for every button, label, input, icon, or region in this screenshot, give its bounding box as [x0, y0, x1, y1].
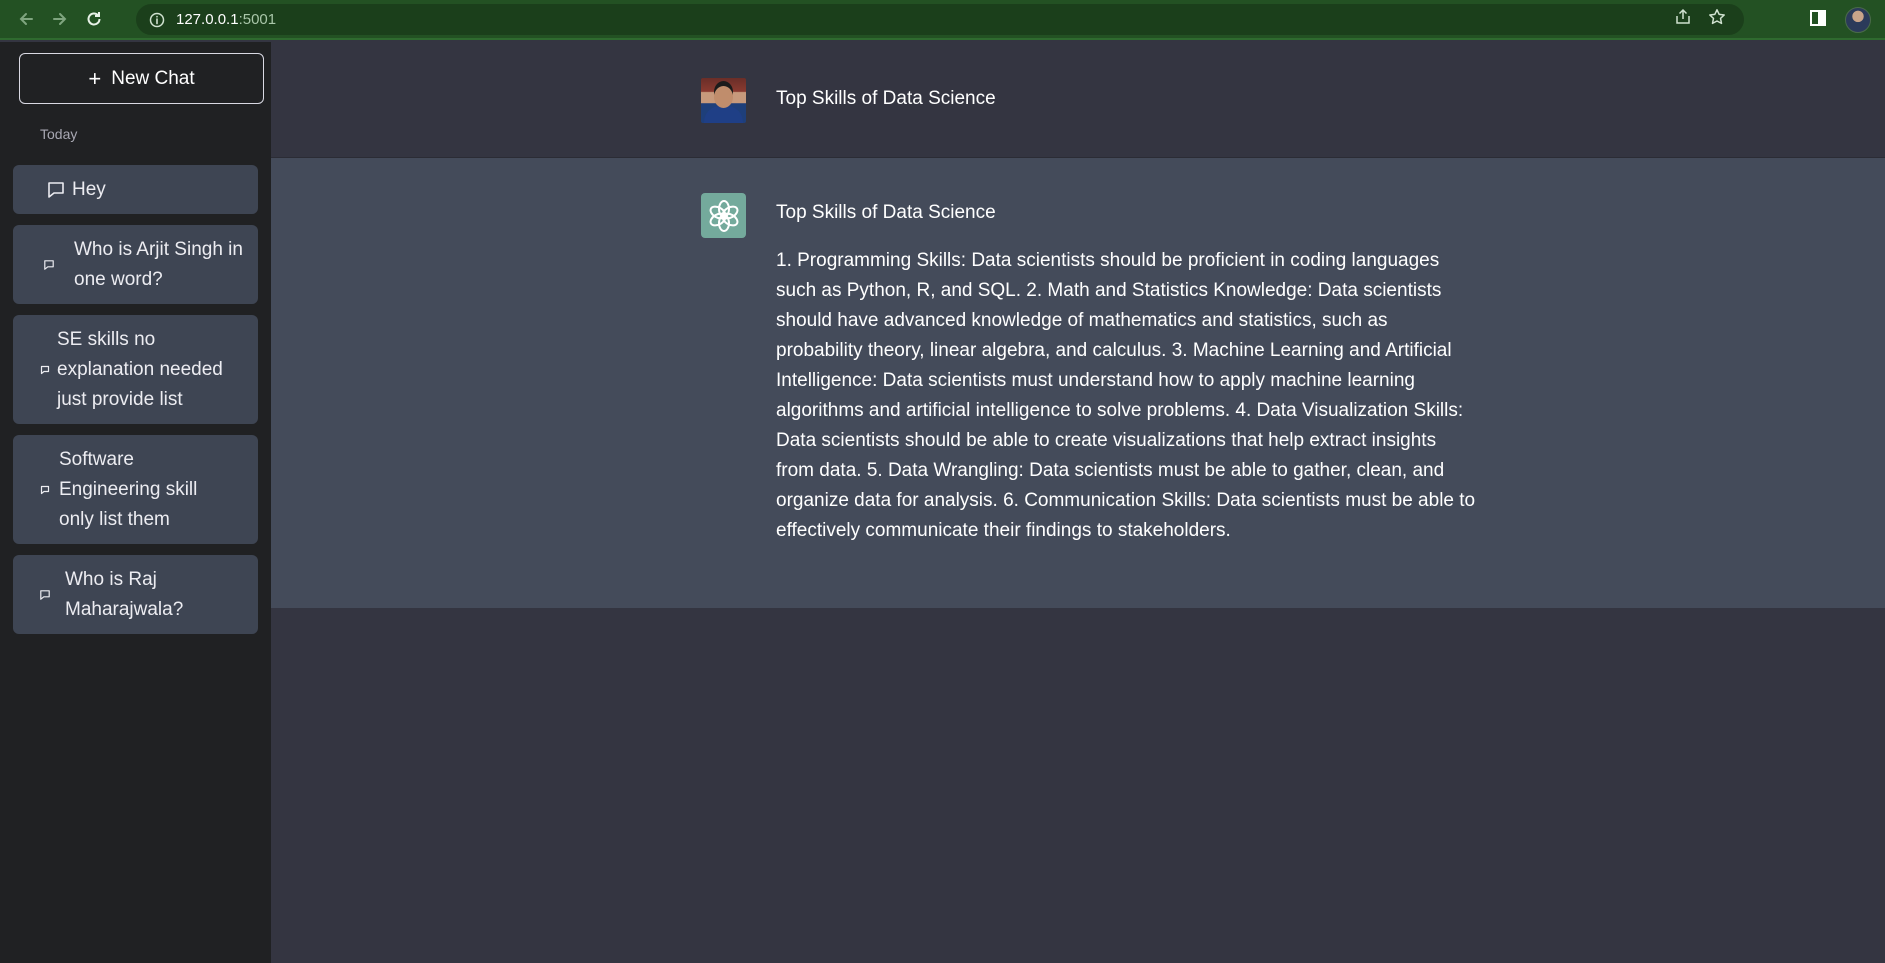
user-avatar-shoulders: [704, 106, 743, 123]
assistant-message-title: Top Skills of Data Science: [776, 202, 996, 223]
url-text: 127.0.0.1:5001: [176, 11, 276, 28]
chat-bubble-icon: [40, 180, 72, 200]
assistant-message-row: Top Skills of Data Science 1. Programmin…: [271, 158, 1885, 608]
conversation-label: Who is Arjit Singh in one word?: [74, 238, 243, 290]
chat-bubble-icon: [37, 589, 53, 601]
user-avatar: [701, 78, 746, 123]
conversation-label: SE skills no explanation needed just pro…: [57, 328, 223, 410]
chat-bubble-icon: [38, 259, 60, 271]
address-bar[interactable]: 127.0.0.1:5001: [136, 4, 1744, 35]
browser-toolbar: 127.0.0.1:5001: [0, 0, 1885, 40]
chat-main: Top Skills of Data Science Top Skills of…: [271, 42, 1885, 963]
profile-avatar[interactable]: [1845, 7, 1871, 33]
user-message-text: Top Skills of Data Science: [776, 88, 996, 109]
user-avatar-face: [714, 86, 733, 108]
reload-icon: [87, 12, 101, 26]
reload-button[interactable]: [80, 5, 108, 33]
arrow-left-icon: [19, 13, 33, 25]
browser-right-tools: [1765, 0, 1885, 40]
openai-logo-icon: [709, 199, 738, 232]
forward-button[interactable]: [46, 5, 74, 33]
share-icon[interactable]: [1674, 8, 1692, 31]
conversation-label: Who is Raj Maharajwala?: [65, 568, 184, 620]
url-port: :5001: [238, 11, 277, 28]
conversation-label: Hey: [72, 178, 106, 200]
address-bar-actions: [1674, 4, 1726, 35]
side-panel-icon[interactable]: [1809, 9, 1827, 32]
conversation-label: Software Engineering skill only list the…: [59, 448, 198, 530]
new-chat-button[interactable]: + New Chat: [19, 53, 264, 104]
plus-icon: +: [88, 65, 102, 91]
conversation-item[interactable]: Who is Arjit Singh in one word?: [13, 225, 258, 304]
assistant-avatar: [701, 193, 746, 238]
chat-bubble-icon: [37, 485, 53, 495]
conversation-item[interactable]: SE skills no explanation needed just pro…: [13, 315, 258, 424]
info-icon[interactable]: [148, 11, 166, 29]
sidebar: + New Chat Today Hey Who is Arjit Singh …: [0, 42, 271, 963]
user-message-row: Top Skills of Data Science: [271, 42, 1885, 158]
arrow-right-icon: [53, 13, 67, 25]
conversation-item[interactable]: Hey: [13, 165, 258, 214]
section-label-today: Today: [40, 126, 78, 142]
star-icon[interactable]: [1708, 8, 1726, 31]
conversation-item[interactable]: Software Engineering skill only list the…: [13, 435, 258, 544]
new-chat-label: New Chat: [111, 67, 195, 89]
back-button[interactable]: [12, 5, 40, 33]
url-host: 127.0.0.1: [176, 11, 239, 28]
conversation-item[interactable]: Who is Raj Maharajwala?: [13, 555, 258, 634]
chat-bubble-icon: [37, 365, 53, 375]
assistant-message-body: 1. Programming Skills: Data scientists s…: [776, 250, 1476, 541]
